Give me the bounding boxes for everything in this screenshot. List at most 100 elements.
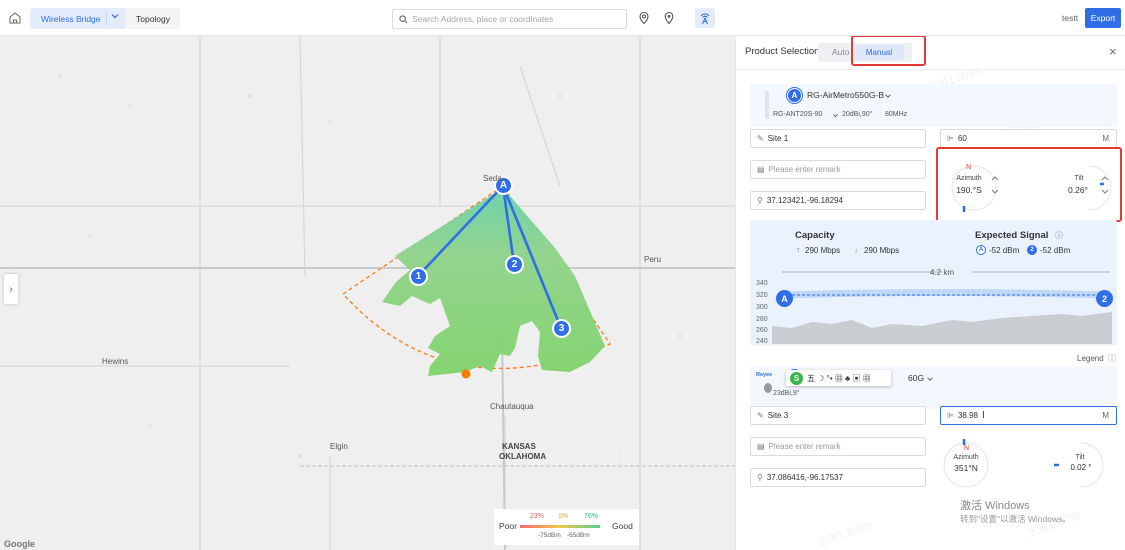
edit-icon: ✎ — [757, 134, 764, 143]
map-view[interactable]: A 1 2 3 Seda Peru Hewins Chautauqua KANS… — [0, 36, 735, 550]
y-tick: 300 — [756, 304, 768, 311]
ime-logo-icon: S — [790, 371, 803, 385]
height-field[interactable]: ⊫ 38.98 I M — [940, 406, 1117, 425]
azimuth-value[interactable]: 190.°S — [952, 185, 986, 195]
arrow-down-icon: ↓ — [854, 245, 858, 254]
chevron-down-icon[interactable] — [884, 92, 892, 100]
remark-field[interactable]: ▤ Please enter remark — [750, 437, 926, 456]
device-model-a[interactable]: RG-AirMetro550G-B — [807, 90, 884, 100]
north-marker: N — [966, 164, 972, 171]
height-unit: M — [1102, 411, 1109, 420]
map-label-seneca: Seda — [483, 174, 502, 183]
tilt-value[interactable]: 0.02 ° — [1066, 463, 1096, 472]
highlight-box — [851, 36, 926, 66]
height-unit: M — [1102, 134, 1109, 143]
device-card-a: A RG-AirMetro550G-B RG-ANT20S-90 20dBi,9… — [750, 84, 1117, 127]
signal-badge-2: 2 — [1027, 245, 1037, 255]
activate-windows-title: 激活 Windows — [960, 500, 1030, 512]
expand-sidebar-button[interactable]: › — [4, 274, 18, 304]
azimuth-stepper[interactable] — [990, 174, 1000, 196]
sector-handle[interactable] — [461, 369, 471, 379]
height-value: 38.98 — [957, 411, 978, 420]
tab-topology[interactable]: Topology — [126, 8, 180, 29]
export-button[interactable]: Export — [1085, 8, 1121, 28]
height-icon: ⊫ — [947, 134, 954, 143]
home-icon[interactable] — [8, 11, 22, 25]
map-label-elgin: Elgin — [330, 442, 348, 451]
legend-good: Good — [612, 521, 633, 531]
close-icon[interactable]: × — [1109, 44, 1117, 59]
ime-toolbar[interactable]: S 五 ☽ °• ▦ ♣ ▣ ▦ — [786, 370, 891, 386]
legend-dbm-high: -65dBm — [567, 532, 590, 539]
y-tick: 340 — [756, 280, 768, 287]
signal-tower-button[interactable] — [695, 8, 715, 28]
help-icon[interactable]: ⓘ — [1108, 353, 1116, 364]
remark-field[interactable]: ▤ Please enter remark — [750, 160, 926, 179]
site-name-value: Site 1 — [767, 134, 789, 143]
map-label-chautauqua: Chautauqua — [490, 402, 534, 411]
chevron-down-icon[interactable] — [106, 11, 120, 25]
site-name-field[interactable]: ✎ Site 3 — [750, 406, 926, 425]
help-icon[interactable]: ⓘ — [1055, 230, 1063, 241]
map-canvas — [0, 36, 735, 550]
site-name-value: Site 3 — [767, 411, 789, 420]
expected-signal-title: Expected Signal — [975, 230, 1049, 241]
text-cursor-icon: I — [982, 410, 985, 421]
chevron-down-icon[interactable] — [926, 375, 934, 383]
device-badge-a: A — [787, 88, 802, 103]
y-tick: 320 — [756, 292, 768, 299]
divider — [736, 69, 1125, 70]
antenna-model[interactable]: RG-ANT20S-90 — [773, 111, 822, 118]
search-box[interactable] — [392, 9, 627, 29]
capacity-title: Capacity — [795, 230, 835, 241]
node-marker-1[interactable]: 1 — [409, 267, 428, 286]
legend-pct-yellow: 1% — [558, 513, 569, 520]
y-tick: 260 — [756, 327, 768, 334]
location-icon: ⚲ — [757, 196, 763, 205]
device-thumbnail — [765, 91, 769, 119]
legend-dbm-low: -75dBm — [538, 532, 561, 539]
map-label-hewins: Hewins — [102, 357, 129, 366]
capacity-down: 290 Mbps — [864, 246, 900, 255]
capacity-up: 290 Mbps — [805, 246, 841, 255]
user-name[interactable]: testt — [1062, 13, 1078, 23]
tilt-label: Tilt — [1075, 454, 1085, 461]
node-marker-2[interactable]: 2 — [505, 255, 524, 274]
edit-icon: ✎ — [757, 411, 764, 420]
legend-link[interactable]: Legend — [1077, 354, 1104, 363]
mode-auto-button[interactable]: Auto — [832, 47, 850, 57]
coordinates-value: 37.123421,-96.18294 — [766, 196, 843, 205]
brand-tag: Reyee — [756, 372, 773, 378]
chevron-right-icon: › — [9, 283, 13, 295]
location-settings-icon[interactable] — [637, 11, 651, 25]
map-label-peru: Peru — [644, 255, 661, 264]
legend-pct-green: 76% — [584, 513, 599, 520]
site-name-field[interactable]: ✎ Site 1 — [750, 129, 926, 148]
chevron-down-icon[interactable] — [832, 112, 839, 119]
location-pin-icon[interactable] — [662, 11, 676, 25]
tab-wireless-bridge[interactable]: Wireless Bridge — [30, 8, 126, 29]
map-label-oklahoma: OKLAHOMA — [499, 452, 547, 461]
azimuth-label: Azimuth — [956, 175, 982, 182]
tab-wireless-bridge-label: Wireless Bridge — [41, 13, 101, 24]
legend-pct-red: 23% — [530, 513, 545, 520]
height-icon: ⊫ — [947, 411, 954, 420]
coordinates-field[interactable]: ⚲ 37.123421,-96.18294 — [750, 191, 926, 210]
antenna-bandwidth: 80MHz — [885, 111, 908, 118]
signal-badge-a: A — [976, 245, 986, 255]
coordinates-field[interactable]: ⚲ 37.086416,-96.17537 — [750, 468, 926, 487]
coordinates-value: 37.086416,-96.17537 — [766, 473, 843, 482]
note-icon: ▤ — [757, 165, 765, 174]
antenna-gain-2: 23dBi,9° — [773, 390, 800, 397]
signal-tower-icon — [700, 13, 710, 25]
y-tick: 280 — [756, 316, 768, 323]
note-icon: ▤ — [757, 442, 765, 451]
tilt-stepper[interactable] — [1100, 174, 1110, 196]
search-input[interactable] — [412, 14, 622, 24]
device-model-2[interactable]: 60G — [908, 373, 924, 383]
azimuth-value[interactable]: 351°N — [949, 463, 983, 473]
tilt-value[interactable]: 0.26° — [1066, 185, 1090, 195]
height-field[interactable]: ⊫ 60 M — [940, 129, 1117, 148]
node-marker-3[interactable]: 3 — [552, 319, 571, 338]
ime-glyphs: 五 ☽ °• ▦ ♣ ▣ ▦ — [807, 373, 871, 383]
